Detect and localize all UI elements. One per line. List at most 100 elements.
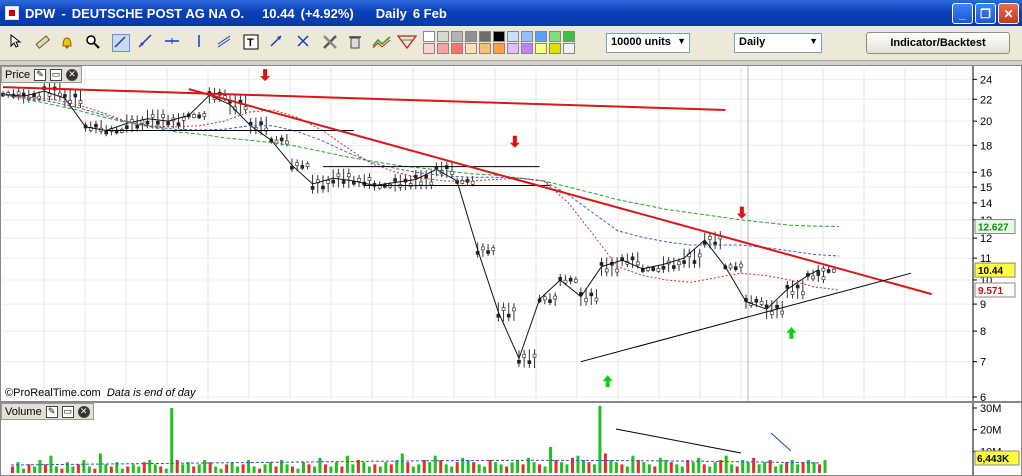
interval-select[interactable]: Daily ▼ [734, 33, 822, 53]
indicator-backtest-button[interactable]: Indicator/Backtest [866, 32, 1010, 54]
red-arrow-icon [736, 206, 747, 219]
price-chart[interactable]: 2422201816151413121110987612.62710.449.5… [1, 66, 1021, 401]
volume-bar [60, 468, 64, 473]
line-icon[interactable] [112, 34, 130, 52]
channel-tool-icon[interactable] [217, 34, 235, 52]
zoom-icon[interactable] [85, 34, 103, 52]
candle-body [341, 180, 346, 184]
volume-bar [334, 462, 338, 473]
wrench-icon[interactable]: ✎ [34, 68, 47, 81]
color-swatch[interactable] [563, 43, 575, 54]
close-icon[interactable]: ✕ [66, 68, 79, 81]
candle-body [553, 295, 557, 300]
color-swatch[interactable] [423, 43, 435, 54]
volume-bar [93, 468, 97, 473]
candle-body [733, 266, 738, 271]
volume-bar [236, 466, 240, 473]
volume-bar [323, 464, 327, 473]
ruler-icon[interactable] [34, 34, 52, 52]
candle-body [491, 247, 496, 252]
color-swatch[interactable] [437, 43, 449, 54]
volume-bar [752, 457, 756, 473]
volume-bar [483, 466, 487, 473]
volume-bar [258, 468, 262, 473]
color-swatch[interactable] [451, 43, 463, 54]
color-swatch[interactable] [465, 43, 477, 54]
candle-body [630, 256, 635, 261]
volume-bar [159, 466, 163, 473]
window-icon[interactable]: ▭ [61, 405, 74, 418]
volume-bar [785, 462, 789, 473]
volume-bar [153, 464, 157, 473]
volume-bar [565, 464, 569, 473]
candle-body [692, 260, 697, 264]
close-button[interactable]: ✕ [998, 3, 1019, 24]
color-swatch[interactable] [507, 31, 519, 42]
color-swatch[interactable] [479, 43, 491, 54]
volume-bar [312, 466, 316, 473]
arrow-icon[interactable] [269, 34, 287, 52]
horizontal-line-icon[interactable] [164, 34, 182, 52]
color-swatch[interactable] [479, 31, 491, 42]
color-swatch[interactable] [423, 31, 435, 42]
candle-body [166, 121, 170, 126]
pointer-icon[interactable] [8, 34, 26, 52]
color-swatch[interactable] [549, 31, 561, 42]
price-panel-header: Price ✎ ▭ ✕ [1, 66, 83, 83]
volume-bar [38, 460, 42, 473]
color-swatch[interactable] [507, 43, 519, 54]
color-swatch[interactable] [521, 43, 533, 54]
trash-icon[interactable] [348, 34, 366, 52]
candle-body [708, 236, 712, 240]
candle-body [305, 163, 310, 167]
volume-bar [362, 462, 366, 473]
window-icon[interactable]: ▭ [50, 68, 63, 81]
candle-body [347, 173, 351, 177]
color-swatch[interactable] [521, 31, 533, 42]
volume-bar [148, 460, 152, 473]
tools-icon[interactable] [322, 34, 340, 52]
color-swatch[interactable] [451, 31, 463, 42]
color-swatch[interactable] [549, 43, 561, 54]
cross-arrow-icon[interactable] [296, 34, 314, 52]
volume-bar [252, 466, 256, 473]
volume-bar [241, 464, 245, 473]
color-swatch[interactable] [465, 31, 477, 42]
candle-body [506, 313, 511, 318]
color-swatch[interactable] [437, 31, 449, 42]
close-icon[interactable]: ✕ [77, 405, 90, 418]
volume-bar [598, 405, 602, 473]
ray-icon[interactable] [138, 34, 156, 52]
candle-body [821, 276, 826, 281]
candle-body [661, 265, 666, 270]
color-swatch[interactable] [535, 31, 547, 42]
text-icon[interactable]: T [243, 34, 261, 52]
candle-body [754, 298, 759, 303]
volume-bar [636, 460, 640, 473]
volume-bar [724, 455, 728, 473]
volume-panel: Volume ✎ ▭ ✕ 30M20M10M6,443K [0, 402, 1022, 476]
volume-bar [592, 464, 596, 473]
color-swatch[interactable] [493, 31, 505, 42]
volume-bar [823, 460, 827, 473]
channel-icon[interactable] [372, 34, 394, 52]
alarm-bell-icon[interactable] [59, 34, 77, 52]
wrench-icon[interactable]: ✎ [45, 405, 58, 418]
color-swatch[interactable] [535, 43, 547, 54]
maximize-button[interactable]: ❐ [975, 3, 996, 24]
minimize-button[interactable]: _ [952, 3, 973, 24]
volume-bar [450, 466, 454, 473]
candle-body [243, 106, 248, 111]
y-tick-label: 15 [980, 182, 992, 194]
volume-bar [796, 464, 800, 473]
volume-bar [505, 466, 509, 473]
fibonacci-icon[interactable] [397, 34, 419, 52]
color-swatch[interactable] [563, 31, 575, 42]
volume-bar [203, 460, 207, 473]
vertical-line-icon[interactable] [192, 34, 210, 52]
color-swatch[interactable] [493, 43, 505, 54]
volume-bar [664, 460, 668, 473]
volume-chart[interactable]: 30M20M10M6,443K [1, 403, 1021, 475]
volume-bar [269, 462, 273, 473]
quantity-select[interactable]: 10000 units ▼ [606, 33, 690, 53]
